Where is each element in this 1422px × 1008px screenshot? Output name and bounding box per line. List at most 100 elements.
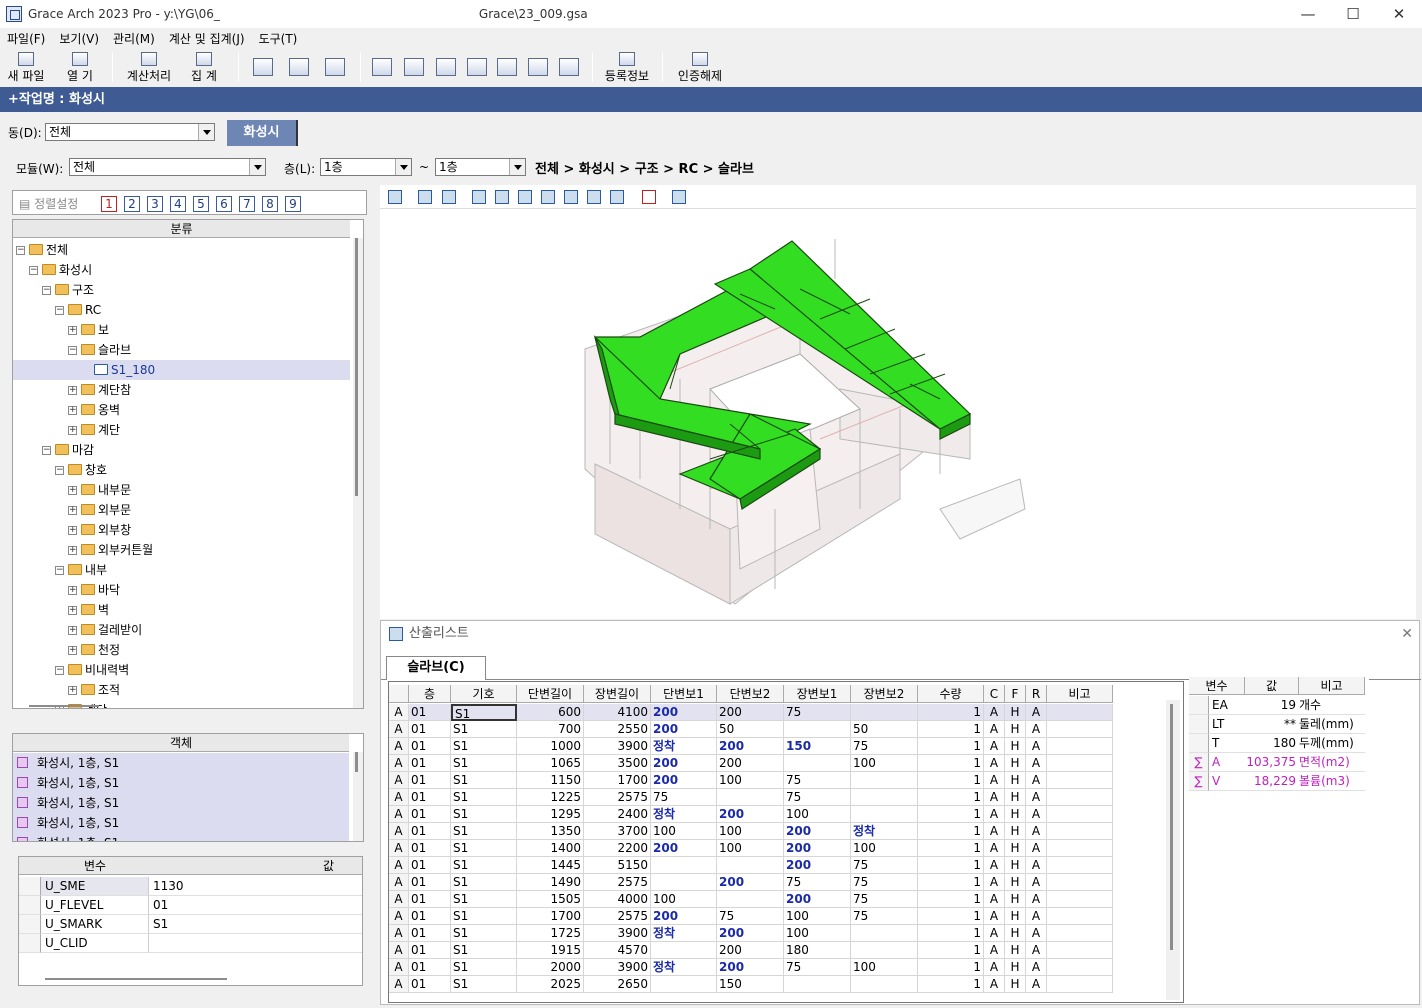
table-cell[interactable]: H xyxy=(1005,772,1026,789)
sort-level-4-button[interactable]: 4 xyxy=(170,196,186,212)
table-cell[interactable]: 75 xyxy=(851,874,918,891)
table-row[interactable]: A 01 S1 1065 3500 200 200 100 1 A H A xyxy=(389,755,1113,772)
table-cell[interactable]: A xyxy=(1026,755,1047,772)
table-cell[interactable]: S1 xyxy=(451,857,517,874)
table-cell[interactable]: A xyxy=(389,976,409,993)
table-cell[interactable]: H xyxy=(1005,755,1026,772)
table-cell[interactable]: 1150 xyxy=(517,772,584,789)
table-cell[interactable]: 75 xyxy=(717,908,784,925)
minimize-button[interactable]: — xyxy=(1285,0,1331,28)
tree-node[interactable]: + 내부문 xyxy=(13,480,350,500)
table-cell[interactable] xyxy=(651,874,717,891)
collapse-icon[interactable]: − xyxy=(16,246,25,255)
menu-file[interactable]: 파일(F) xyxy=(0,28,52,48)
zoom-button[interactable] xyxy=(286,50,312,84)
menu-calc[interactable]: 계산 및 집계(J) xyxy=(162,28,252,48)
table-cell[interactable]: S1 xyxy=(451,908,517,925)
table-cell[interactable]: 4100 xyxy=(584,704,651,721)
table-cell[interactable]: 1 xyxy=(918,874,984,891)
grid-col-header[interactable]: C xyxy=(984,685,1005,703)
table-cell[interactable] xyxy=(1047,942,1113,959)
collapse-icon[interactable]: − xyxy=(55,466,64,475)
var-row-selector[interactable] xyxy=(19,915,41,934)
sort-level-9-button[interactable]: 9 xyxy=(285,196,301,212)
table-cell[interactable] xyxy=(1047,857,1113,874)
table-cell[interactable]: 정착 xyxy=(651,959,717,976)
table-cell[interactable]: S1 xyxy=(451,891,517,908)
tool-4-button[interactable] xyxy=(464,50,490,84)
tree-node[interactable]: − 내부 xyxy=(13,560,350,580)
table-cell[interactable]: A xyxy=(1026,823,1047,840)
table-cell[interactable]: 150 xyxy=(717,976,784,993)
table-cell[interactable]: 1 xyxy=(918,806,984,823)
table-cell[interactable]: A xyxy=(1026,874,1047,891)
table-row[interactable]: A 01 S1 1445 5150 200 75 1 A H A xyxy=(389,857,1113,874)
table-cell[interactable]: 75 xyxy=(784,772,851,789)
cube-right-icon[interactable] xyxy=(541,190,555,204)
expand-icon[interactable]: + xyxy=(68,406,77,415)
table-row[interactable]: A 01 S1 1915 4570 200 180 1 A H A xyxy=(389,942,1113,959)
table-cell[interactable]: 1 xyxy=(918,738,984,755)
table-cell[interactable]: A xyxy=(389,789,409,806)
table-cell[interactable]: S1 xyxy=(451,721,517,738)
filter-icon[interactable] xyxy=(442,190,456,204)
table-cell[interactable]: H xyxy=(1005,704,1026,721)
grid-col-header[interactable]: F xyxy=(1005,685,1026,703)
table-cell[interactable]: 1 xyxy=(918,925,984,942)
table-cell[interactable]: H xyxy=(1005,823,1026,840)
table-cell[interactable]: A xyxy=(1026,976,1047,993)
table-cell[interactable]: 200 xyxy=(651,772,717,789)
table-cell[interactable]: 200 xyxy=(717,959,784,976)
table-cell[interactable]: H xyxy=(1005,874,1026,891)
table-cell[interactable]: H xyxy=(1005,908,1026,925)
sort-level-2-button[interactable]: 2 xyxy=(124,196,140,212)
expand-icon[interactable]: + xyxy=(68,626,77,635)
table-cell[interactable]: 01 xyxy=(409,874,451,891)
table-cell[interactable] xyxy=(1047,755,1113,772)
grid-col-header[interactable]: 수량 xyxy=(918,685,984,703)
table-cell[interactable]: A xyxy=(389,874,409,891)
table-row[interactable]: A 01 S1 1225 2575 75 75 1 A H A xyxy=(389,789,1113,806)
tree-node[interactable]: + 외부커튼월 xyxy=(13,540,350,560)
table-cell[interactable]: H xyxy=(1005,976,1026,993)
cube-left-icon[interactable] xyxy=(518,190,532,204)
close-button[interactable]: ✕ xyxy=(1376,0,1422,28)
collapse-icon[interactable]: − xyxy=(29,266,38,275)
table-row[interactable]: A 01 S1 1000 3900 정착 200 150 75 1 A H A xyxy=(389,738,1113,755)
tool-1-button[interactable] xyxy=(369,50,395,84)
table-cell[interactable]: A xyxy=(389,959,409,976)
render-icon[interactable] xyxy=(418,190,432,204)
tree-node[interactable]: − 비내력벽 xyxy=(13,660,350,680)
table-cell[interactable]: 1725 xyxy=(517,925,584,942)
cube-view-icon[interactable] xyxy=(610,190,624,204)
table-cell[interactable]: A xyxy=(1026,772,1047,789)
table-cell[interactable]: 1700 xyxy=(517,908,584,925)
table-row[interactable]: A 01 S1 1400 2200 200 100 200 100 1 A H A xyxy=(389,840,1113,857)
var-row-selector[interactable] xyxy=(19,934,41,953)
table-cell[interactable]: 1 xyxy=(918,840,984,857)
expand-icon[interactable]: + xyxy=(68,686,77,695)
3d-viewport[interactable] xyxy=(380,209,1416,619)
table-cell[interactable]: 75 xyxy=(851,908,918,925)
table-cell[interactable]: 1 xyxy=(918,772,984,789)
table-cell[interactable]: 01 xyxy=(409,738,451,755)
table-cell[interactable]: 100 xyxy=(651,823,717,840)
collapse-icon[interactable]: − xyxy=(42,446,51,455)
table-row[interactable]: A 01 S1 1505 4000 100 200 75 1 A H A xyxy=(389,891,1113,908)
table-cell[interactable]: 1700 xyxy=(584,772,651,789)
var-value[interactable]: S1 xyxy=(149,915,362,934)
table-cell[interactable]: A xyxy=(984,959,1005,976)
table-cell[interactable] xyxy=(717,789,784,806)
table-row[interactable]: A 01 S1 2025 2650 150 1 A H A xyxy=(389,976,1113,993)
table-cell[interactable]: 75 xyxy=(784,959,851,976)
object-row[interactable]: 화성시, 1층, S1 xyxy=(13,793,349,813)
table-cell[interactable]: A xyxy=(984,755,1005,772)
table-cell[interactable] xyxy=(1047,840,1113,857)
table-cell[interactable]: 75 xyxy=(651,789,717,806)
sort-level-6-button[interactable]: 6 xyxy=(216,196,232,212)
var-hscroll[interactable] xyxy=(45,978,227,980)
table-row[interactable]: A 01 S1 2000 3900 정착 200 75 100 1 A H A xyxy=(389,959,1113,976)
table-cell[interactable]: 1 xyxy=(918,755,984,772)
grid-col-header[interactable]: 장변보1 xyxy=(784,685,851,703)
tool-3-button[interactable] xyxy=(433,50,459,84)
